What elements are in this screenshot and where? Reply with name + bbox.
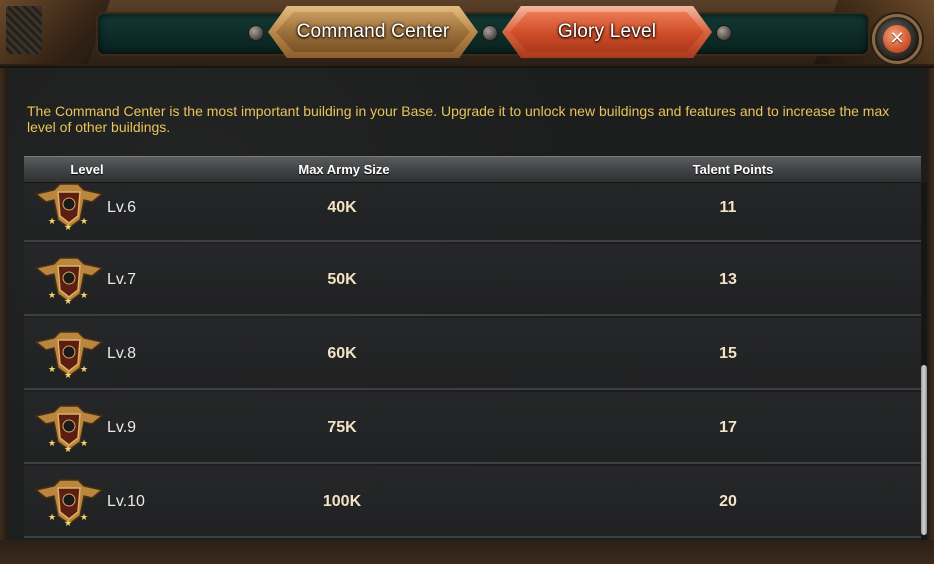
talent-points-value: 20 <box>719 493 737 510</box>
table-row: ★ ★ ★ Lv.6 40K 11 <box>24 183 921 242</box>
close-symbol: ✕ <box>889 28 905 49</box>
scrollbar-thumb[interactable] <box>921 365 927 535</box>
glory-badge-icon: ★ ★ ★ <box>34 331 104 380</box>
level-label: Lv.10 <box>107 493 145 510</box>
table-header: Level Max Army Size Talent Points <box>24 156 921 183</box>
table-row: ★ ★ ★ Lv.8 60K 15 <box>24 318 921 390</box>
table-row: ★ ★ ★ Lv.10 100K 20 <box>24 466 921 538</box>
svg-text:★: ★ <box>48 216 56 226</box>
frame-bottom-border <box>0 540 934 564</box>
level-label: Lv.8 <box>107 345 137 362</box>
table-row: ★ ★ ★ Lv.9 75K 17 <box>24 392 921 464</box>
column-header-max-army-size: Max Army Size <box>298 162 390 177</box>
svg-text:★: ★ <box>80 438 88 448</box>
level-label: Lv.6 <box>107 199 137 216</box>
svg-text:★: ★ <box>48 364 56 374</box>
glory-badge-icon: ★ ★ ★ <box>34 257 104 306</box>
rivet-icon <box>716 25 732 41</box>
tab-command-center-label: Command Center <box>296 21 450 42</box>
army-size-value: 75K <box>327 419 357 436</box>
svg-text:★: ★ <box>64 296 72 306</box>
talent-points-value: 13 <box>719 271 737 288</box>
level-label: Lv.9 <box>107 419 137 436</box>
svg-text:★: ★ <box>64 222 72 232</box>
svg-text:★: ★ <box>64 370 72 380</box>
army-size-value: 40K <box>327 199 357 216</box>
column-header-talent-points: Talent Points <box>692 162 774 177</box>
talent-points-value: 15 <box>719 345 737 362</box>
svg-text:★: ★ <box>80 216 88 226</box>
svg-text:★: ★ <box>48 290 56 300</box>
rivet-icon <box>248 25 264 41</box>
glory-badge-icon: ★ ★ ★ <box>34 405 104 454</box>
rivet-icon <box>482 25 498 41</box>
tab-glory-level-label: Glory Level <box>557 21 657 42</box>
svg-text:★: ★ <box>64 444 72 454</box>
level-label: Lv.7 <box>107 271 137 288</box>
glory-badge-icon: ★ ★ ★ <box>34 479 104 528</box>
table-row: ★ ★ ★ Lv.7 50K 13 <box>24 244 921 316</box>
talent-points-value: 17 <box>719 419 737 436</box>
frame-left-border <box>0 66 8 556</box>
svg-text:★: ★ <box>80 512 88 522</box>
level-table[interactable]: ★ ★ ★ Lv.6 40K 11 ★ ★ ★ Lv.7 50K 13 ★ ★ … <box>24 183 921 540</box>
glory-badge-icon: ★ ★ ★ <box>34 183 104 232</box>
building-description: The Command Center is the most important… <box>27 103 890 135</box>
svg-text:★: ★ <box>48 438 56 448</box>
svg-text:★: ★ <box>48 512 56 522</box>
frame-corner-left <box>0 0 110 64</box>
close-icon: ✕ <box>883 25 911 53</box>
tab-command-center[interactable]: Command Center <box>268 6 478 58</box>
army-size-value: 50K <box>327 271 357 288</box>
close-button[interactable]: ✕ <box>872 14 922 64</box>
talent-points-value: 11 <box>719 199 737 216</box>
army-size-value: 100K <box>322 493 362 510</box>
svg-text:★: ★ <box>80 364 88 374</box>
frame-right-border <box>926 66 934 556</box>
tab-glory-level[interactable]: Glory Level <box>502 6 712 58</box>
column-header-level: Level <box>70 162 104 177</box>
svg-text:★: ★ <box>64 518 72 528</box>
army-size-value: 60K <box>327 345 357 362</box>
svg-text:★: ★ <box>80 290 88 300</box>
